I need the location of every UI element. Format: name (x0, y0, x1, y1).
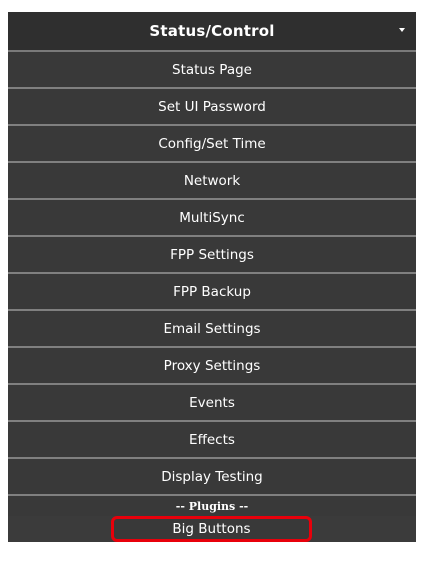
caret-down-icon[interactable] (399, 28, 405, 32)
plugins-divider: -- Plugins -- (8, 496, 416, 516)
menu-item-fpp-backup[interactable]: FPP Backup (8, 274, 416, 311)
status-control-menu: Status/Control Status Page Set UI Passwo… (8, 12, 416, 542)
menu-header-label: Status/Control (149, 22, 275, 40)
menu-item-effects[interactable]: Effects (8, 422, 416, 459)
menu-item-fpp-settings[interactable]: FPP Settings (8, 237, 416, 274)
menu-item-config-set-time[interactable]: Config/Set Time (8, 126, 416, 163)
menu-item-events[interactable]: Events (8, 385, 416, 422)
menu-item-multisync[interactable]: MultiSync (8, 200, 416, 237)
menu-item-proxy-settings[interactable]: Proxy Settings (8, 348, 416, 385)
menu-item-set-ui-password[interactable]: Set UI Password (8, 89, 416, 126)
menu-item-network[interactable]: Network (8, 163, 416, 200)
menu-item-big-buttons[interactable]: Big Buttons (111, 516, 312, 542)
menu-item-display-testing[interactable]: Display Testing (8, 459, 416, 496)
menu-item-status-page[interactable]: Status Page (8, 52, 416, 89)
menu-item-email-settings[interactable]: Email Settings (8, 311, 416, 348)
page: Status/Control Status Page Set UI Passwo… (0, 0, 423, 585)
menu-items: Status Page Set UI Password Config/Set T… (8, 52, 416, 542)
menu-header-status-control[interactable]: Status/Control (8, 12, 416, 52)
